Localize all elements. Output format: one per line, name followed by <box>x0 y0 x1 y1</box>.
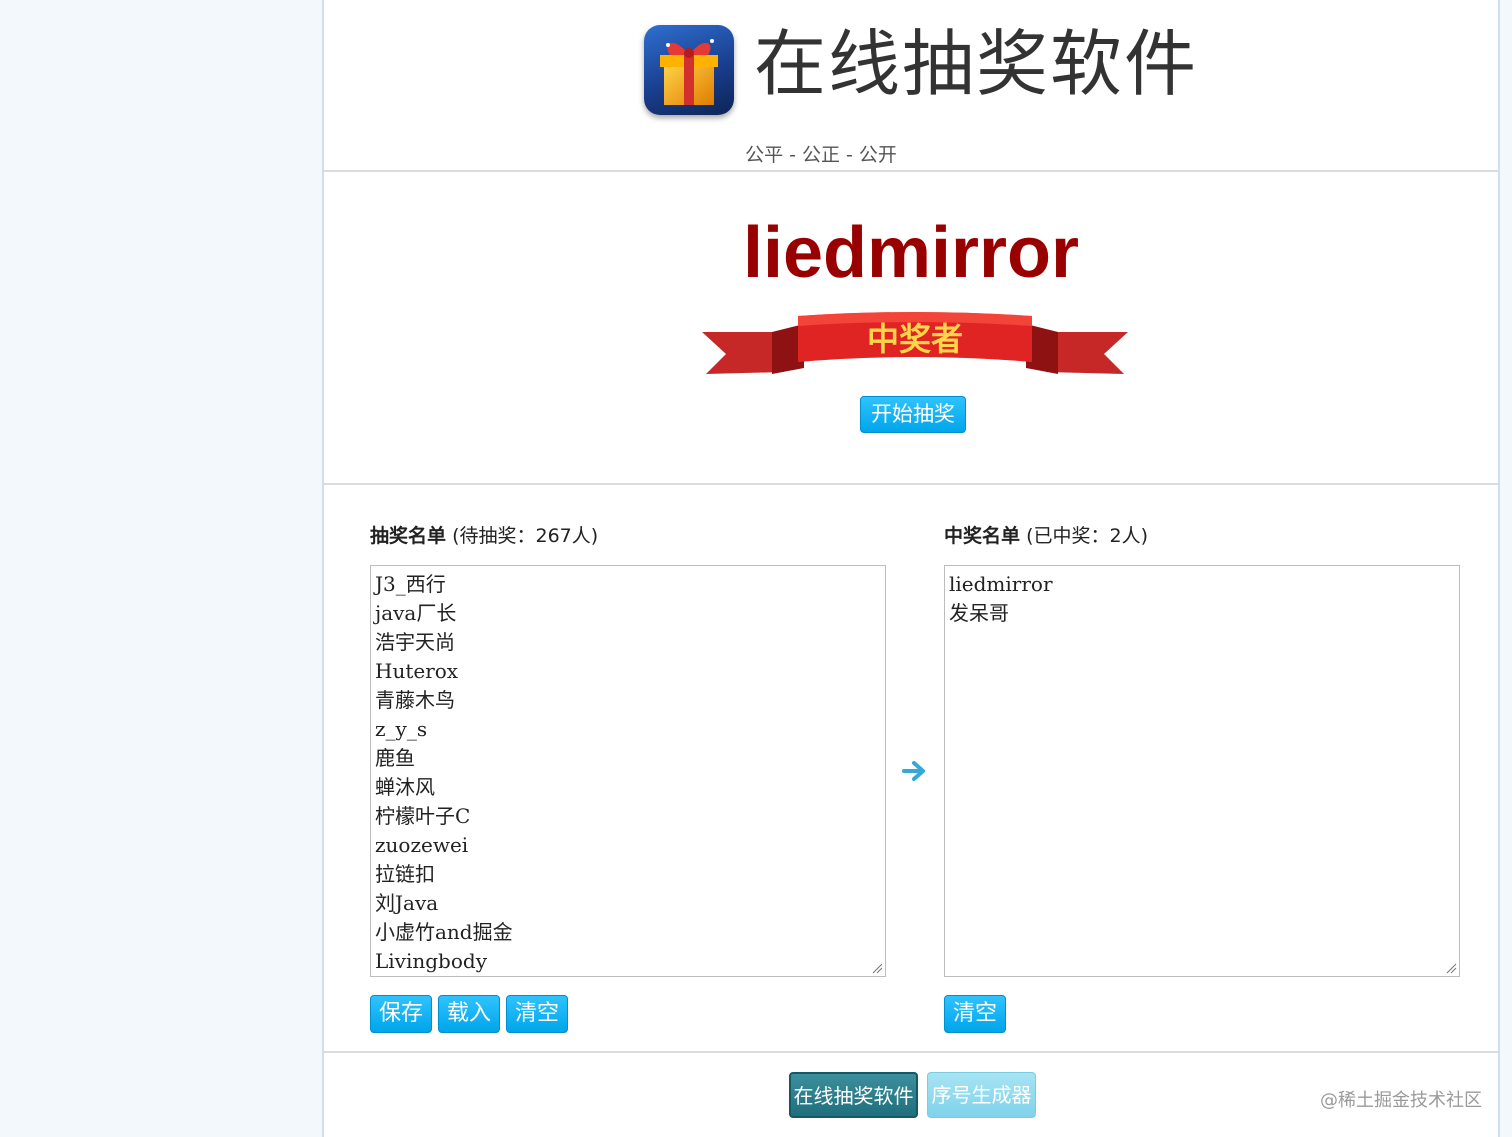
list-item: zuozewei <box>375 833 469 857</box>
draw-list-title: 抽奖名单 <box>370 525 447 547</box>
list-item: 小虚竹and掘金 <box>375 920 513 944</box>
online-lottery-button[interactable]: 在线抽奖软件 <box>789 1072 918 1118</box>
slogan: 公平 - 公正 - 公开 <box>324 140 1498 167</box>
draw-list-lines: J3_西行 java厂长 浩宇天尚 Huterox 青藤木鸟 z_y_s 鹿鱼蝉沐风柠檬叶子… <box>375 570 881 976</box>
current-winner-name: liedmirror <box>324 212 1498 294</box>
list-item: 发呆哥 <box>949 601 1009 625</box>
list-item: 拉链扣 <box>375 862 435 886</box>
winner-list-heading: 中奖名单 (已中奖：2人) <box>944 521 1148 548</box>
app-title: 在线抽奖软件 <box>754 22 1199 106</box>
list-item: Livingbody <box>375 949 488 973</box>
start-draw-button[interactable]: 开始抽奖 <box>860 396 966 433</box>
list-item: liedmirror <box>949 572 1053 596</box>
winner-list-title: 中奖名单 <box>944 525 1021 547</box>
list-item: 柠檬叶子C <box>375 804 471 828</box>
list-item: Huterox <box>375 659 459 683</box>
header: 在线抽奖软件 公平 - 公正 - 公开 <box>324 0 1498 172</box>
gift-box-icon <box>644 25 734 115</box>
lists-area: 抽奖名单 (待抽奖：267人) J3_西行 java厂长 浩宇天尚 Huterox 青藤… <box>324 485 1498 1053</box>
draw-list-textarea[interactable]: J3_西行 java厂长 浩宇天尚 Huterox 青藤木鸟 z_y_s 鹿鱼蝉沐风柠檬叶子… <box>370 565 886 977</box>
winner-display: liedmirror 中奖者 开始抽奖 <box>324 172 1498 485</box>
winner-name-text: liedmirror <box>742 213 1080 293</box>
resize-grip-icon[interactable] <box>871 962 883 974</box>
winner-list-lines: liedmirror 发呆哥 <box>949 570 1455 628</box>
list-item: 鹿鱼 <box>375 746 415 770</box>
clear-winner-list-button[interactable]: 清空 <box>944 995 1006 1033</box>
watermark: @稀土掘金技术社区 <box>1320 1090 1482 1111</box>
list-item: 刘Java <box>375 891 439 915</box>
draw-list-heading: 抽奖名单 (待抽奖：267人) <box>370 521 598 548</box>
list-item: 青藤木鸟 <box>375 688 455 712</box>
serial-generator-button[interactable]: 序号生成器 <box>927 1072 1036 1118</box>
draw-list-count: (待抽奖：267人) <box>452 525 599 547</box>
banner-text: 中奖者 <box>867 320 963 358</box>
winner-list-count: (已中奖：2人) <box>1026 525 1148 547</box>
slogan-text: 公平 - 公正 - 公开 <box>745 144 897 166</box>
clear-draw-list-button[interactable]: 清空 <box>506 995 568 1033</box>
list-item: 浩宇天尚 <box>375 630 455 654</box>
save-button[interactable]: 保存 <box>370 995 432 1033</box>
list-item: z_y_s <box>375 717 428 741</box>
resize-grip-icon[interactable] <box>1445 962 1457 974</box>
winner-list-textarea[interactable]: liedmirror 发呆哥 <box>944 565 1460 977</box>
list-item: 蝉沐风 <box>375 775 435 799</box>
arrow-right-icon <box>902 761 925 781</box>
winner-ribbon: 中奖者 <box>692 312 1138 392</box>
list-item: J3_西行 <box>375 572 446 596</box>
load-button[interactable]: 载入 <box>438 995 500 1033</box>
main-panel: 在线抽奖软件 公平 - 公正 - 公开 liedmirror 中奖者 开始抽奖 … <box>322 0 1500 1137</box>
list-item: java厂长 <box>375 601 457 625</box>
